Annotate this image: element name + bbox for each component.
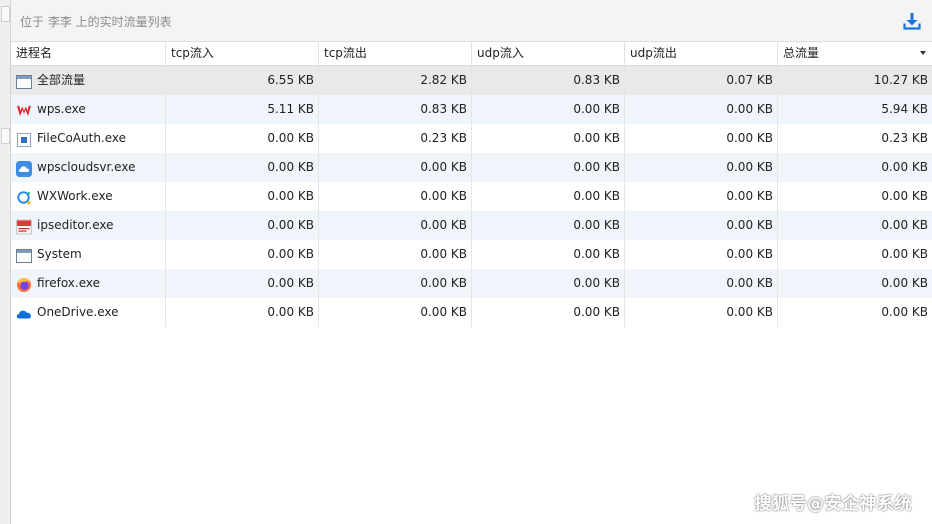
column-header-tcp-in[interactable]: tcp流入: [166, 42, 319, 65]
table-row-total[interactable]: 全部流量 6.55 KB 2.82 KB 0.83 KB 0.07 KB 10.27 KB: [11, 66, 932, 95]
udp-in-cell: 0.00 KB: [472, 298, 625, 327]
process-name-label: OneDrive.exe: [37, 305, 119, 319]
udp-out-cell: 0.00 KB: [625, 240, 778, 269]
table-row[interactable]: FileCoAuth.exe 0.00 KB 0.23 KB 0.00 KB 0.00 …: [11, 124, 932, 153]
table-header: 进程名 tcp流入 tcp流出 udp流入 udp流出 总流量: [11, 42, 932, 66]
total-cell: 5.94 KB: [881, 102, 928, 116]
udp-in-cell: 0.00 KB: [472, 95, 625, 124]
total-cell: 0.00 KB: [881, 247, 928, 261]
total-cell: 10.27 KB: [873, 73, 928, 87]
udp-in-cell: 0.83 KB: [472, 66, 625, 95]
column-header-udp-in[interactable]: udp流入: [472, 42, 625, 65]
wps-cloud-icon: [16, 159, 32, 177]
column-header-total-label: 总流量: [783, 46, 820, 60]
process-name-cell: firefox.exe: [11, 269, 166, 298]
process-name-label: wpscloudsvr.exe: [37, 160, 136, 174]
window-title: 位于 李李 上的实时流量列表: [20, 15, 172, 29]
process-name-cell: System: [11, 240, 166, 269]
udp-out-cell: 0.00 KB: [625, 269, 778, 298]
tcp-in-cell: 5.11 KB: [166, 95, 319, 124]
process-name-cell: FileCoAuth.exe: [11, 124, 166, 153]
udp-out-cell: 0.00 KB: [625, 211, 778, 240]
udp-out-cell: 0.07 KB: [625, 66, 778, 95]
firefox-icon: [16, 275, 32, 292]
column-header-total[interactable]: 总流量: [778, 42, 932, 65]
tcp-in-cell: 0.00 KB: [166, 124, 319, 153]
process-name-cell: ipseditor.exe: [11, 211, 166, 240]
udp-in-cell: 0.00 KB: [472, 240, 625, 269]
table-row[interactable]: OneDrive.exe 0.00 KB 0.00 KB 0.00 KB 0.00 KB…: [11, 298, 932, 327]
udp-in-cell: 0.00 KB: [472, 153, 625, 182]
tcp-in-cell: 0.00 KB: [166, 240, 319, 269]
process-name-cell: OneDrive.exe: [11, 298, 166, 327]
wxwork-icon: [16, 188, 32, 205]
tcp-in-cell: 0.00 KB: [166, 182, 319, 211]
tcp-in-cell: 0.00 KB: [166, 153, 319, 182]
udp-out-cell: 0.00 KB: [625, 182, 778, 211]
process-name-cell: wpscloudsvr.exe: [11, 153, 166, 182]
tcp-out-cell: 0.00 KB: [319, 269, 472, 298]
table-row[interactable]: wps.exe 5.11 KB 0.83 KB 0.00 KB 0.00 KB 5.94 …: [11, 95, 932, 124]
total-cell: 0.00 KB: [881, 218, 928, 232]
udp-out-cell: 0.00 KB: [625, 153, 778, 182]
tcp-in-cell: 0.00 KB: [166, 269, 319, 298]
udp-out-cell: 0.00 KB: [625, 124, 778, 153]
udp-in-cell: 0.00 KB: [472, 269, 625, 298]
wps-icon: [16, 101, 32, 117]
traffic-table: 进程名 tcp流入 tcp流出 udp流入 udp流出 总流量 全部流量 6.55…: [11, 42, 932, 524]
download-icon: [903, 13, 921, 30]
tcp-out-cell: 0.00 KB: [319, 153, 472, 182]
download-button[interactable]: [902, 11, 922, 31]
process-name-label: ipseditor.exe: [37, 218, 114, 232]
tcp-in-cell: 0.00 KB: [166, 298, 319, 327]
left-panel-edge: [0, 0, 11, 524]
total-cell: 0.23 KB: [881, 131, 928, 145]
total-cell: 0.00 KB: [881, 276, 928, 290]
onedrive-icon: [16, 304, 32, 320]
watermark: 搜狐号@安企神系统: [754, 494, 912, 514]
udp-out-cell: 0.00 KB: [625, 95, 778, 124]
table-row[interactable]: ipseditor.exe 0.00 KB 0.00 KB 0.00 KB 0.00 K…: [11, 211, 932, 240]
process-name-cell: wps.exe: [11, 95, 166, 124]
column-header-process[interactable]: 进程名: [11, 42, 166, 65]
tcp-out-cell: 0.00 KB: [319, 240, 472, 269]
column-header-tcp-out[interactable]: tcp流出: [319, 42, 472, 65]
total-cell: 0.00 KB: [881, 189, 928, 203]
tcp-out-cell: 0.00 KB: [319, 182, 472, 211]
window-icon: [16, 246, 32, 263]
window-icon: [16, 72, 32, 89]
tcp-in-cell: 6.55 KB: [166, 66, 319, 95]
sort-desc-icon: [920, 51, 926, 55]
udp-in-cell: 0.00 KB: [472, 182, 625, 211]
tcp-out-cell: 0.00 KB: [319, 298, 472, 327]
table-row[interactable]: WXWork.exe 0.00 KB 0.00 KB 0.00 KB 0.00 KB 0.…: [11, 182, 932, 211]
process-name-label: wps.exe: [37, 102, 86, 116]
panel-handle[interactable]: [1, 6, 10, 22]
column-header-udp-out[interactable]: udp流出: [625, 42, 778, 65]
table-row[interactable]: firefox.exe 0.00 KB 0.00 KB 0.00 KB 0.00 KB 0…: [11, 269, 932, 298]
table-row[interactable]: wpscloudsvr.exe 0.00 KB 0.00 KB 0.00 KB 0.00…: [11, 153, 932, 182]
udp-in-cell: 0.00 KB: [472, 211, 625, 240]
tcp-out-cell: 0.23 KB: [319, 124, 472, 153]
process-name-cell: WXWork.exe: [11, 182, 166, 211]
panel-handle[interactable]: [1, 128, 10, 144]
tcp-out-cell: 2.82 KB: [319, 66, 472, 95]
process-name-label: FileCoAuth.exe: [37, 131, 127, 145]
tcp-out-cell: 0.83 KB: [319, 95, 472, 124]
udp-in-cell: 0.00 KB: [472, 124, 625, 153]
process-name-label: System: [37, 247, 82, 261]
process-name-label: firefox.exe: [37, 276, 101, 290]
tcp-in-cell: 0.00 KB: [166, 211, 319, 240]
udp-out-cell: 0.00 KB: [625, 298, 778, 327]
process-name-label: WXWork.exe: [37, 189, 113, 203]
tcp-out-cell: 0.00 KB: [319, 211, 472, 240]
ipseditor-icon: [16, 217, 32, 235]
table-row[interactable]: System 0.00 KB 0.00 KB 0.00 KB 0.00 KB 0.00 K…: [11, 240, 932, 269]
total-cell: 0.00 KB: [881, 305, 928, 319]
filecoauth-icon: [16, 130, 32, 147]
title-bar: 位于 李李 上的实时流量列表: [11, 0, 932, 42]
process-name-label: 全部流量: [37, 73, 86, 87]
process-name-cell: 全部流量: [11, 66, 166, 95]
total-cell: 0.00 KB: [881, 160, 928, 174]
